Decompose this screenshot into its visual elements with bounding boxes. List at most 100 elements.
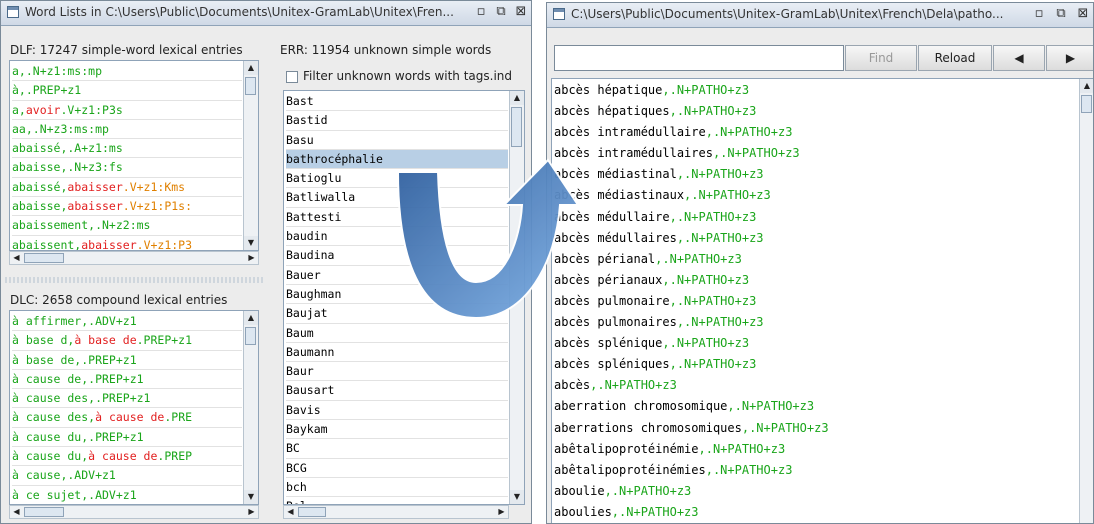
scroll-thumb[interactable] [245, 327, 256, 345]
list-item[interactable]: abcès pulmonaires,.N+PATHO+z3 [554, 312, 1078, 333]
list-item[interactable]: a,avoir.V+z1:P3s [12, 101, 242, 120]
minimize-icon[interactable]: ▫ [1031, 6, 1047, 22]
list-item[interactable]: abaissé,.A+z1:ms [12, 139, 242, 159]
list-item[interactable]: BC [286, 439, 508, 459]
list-item[interactable]: abcès médullaire,.N+PATHO+z3 [554, 207, 1078, 228]
list-item[interactable]: Batioglu [286, 169, 508, 189]
list-item[interactable]: abcès spléniques,.N+PATHO+z3 [554, 354, 1078, 375]
list-item[interactable]: abcès splénique,.N+PATHO+z3 [554, 333, 1078, 354]
list-item[interactable]: abcès médiastinaux,.N+PATHO+z3 [554, 185, 1078, 206]
list-item[interactable]: Battesti [286, 208, 508, 228]
dlf-list[interactable]: a,.N+z1:ms:mp à,.PREP+z1 a,avoir.V+z1:P3s a… [9, 60, 259, 251]
list-item[interactable]: aboulie,.N+PATHO+z3 [554, 481, 1078, 502]
filter-checkbox[interactable] [286, 71, 298, 83]
list-item[interactable]: Baykam [286, 420, 508, 440]
list-item[interactable]: aberrations chromosomiques,.N+PATHO+z3 [554, 418, 1078, 439]
list-item[interactable]: abcès médiastinal,.N+PATHO+z3 [554, 164, 1078, 185]
list-item[interactable]: à cause,.ADV+z1 [12, 466, 242, 486]
list-item[interactable]: Bausart [286, 381, 508, 401]
list-item[interactable]: à cause du,.PREP+z1 [12, 428, 242, 448]
list-item[interactable]: Baumann [286, 343, 508, 363]
list-item[interactable]: à cause des,à cause de.PRE [12, 408, 242, 428]
list-item[interactable]: abêtalipoprotéinémie,.N+PATHO+z3 [554, 439, 1078, 460]
list-item[interactable]: bch [286, 478, 508, 498]
list-item[interactable]: baudin [286, 227, 508, 247]
list-item[interactable]: abcès périanal,.N+PATHO+z3 [554, 249, 1078, 270]
scroll-left-icon[interactable]: ◀ [284, 506, 297, 518]
list-item[interactable]: abêtalipoprotéinémies,.N+PATHO+z3 [554, 460, 1078, 481]
err-list[interactable]: Bast Bastid Basu bathrocéphalie Batioglu Batl… [283, 90, 525, 505]
scroll-up-icon[interactable]: ▲ [244, 311, 258, 325]
list-item[interactable]: Batliwalla [286, 188, 508, 208]
reload-button[interactable]: Reload [918, 45, 992, 71]
list-item[interactable]: Bavis [286, 401, 508, 421]
list-item[interactable]: abaissé,abaisser.V+z1:Kms [12, 178, 242, 198]
list-item[interactable]: abaissent,abaisser.V+z1:P3 [12, 236, 242, 250]
list-item[interactable]: abaisse,.N+z3:fs [12, 158, 242, 178]
list-item[interactable]: Baughman [286, 285, 508, 305]
list-item[interactable]: abcès hépatique,.N+PATHO+z3 [554, 80, 1078, 101]
scroll-thumb[interactable] [24, 507, 64, 517]
scroll-left-icon[interactable]: ◀ [10, 506, 23, 518]
scroll-thumb[interactable] [298, 507, 326, 517]
dlc-horizontal-scrollbar[interactable]: ◀ ▶ [9, 505, 259, 519]
scroll-up-icon[interactable]: ▲ [510, 91, 524, 105]
close-icon[interactable]: ⊠ [1075, 6, 1091, 22]
list-item[interactable]: abcès,.N+PATHO+z3 [554, 375, 1078, 396]
list-item[interactable]: Bel [286, 497, 508, 504]
scroll-right-icon[interactable]: ▶ [495, 506, 508, 518]
list-item[interactable]: a,.N+z1:ms:mp [12, 62, 242, 82]
list-item[interactable]: à affirmer,.ADV+z1 [12, 312, 242, 332]
close-icon[interactable]: ⊠ [513, 4, 529, 20]
list-item[interactable]: Basu [286, 131, 508, 150]
list-item[interactable]: à cause des,.PREP+z1 [12, 389, 242, 409]
list-item[interactable]: Bast [286, 92, 508, 112]
list-item[interactable]: abcès pulmonaire,.N+PATHO+z3 [554, 291, 1078, 312]
scroll-right-icon[interactable]: ▶ [245, 506, 258, 518]
list-item[interactable]: Baujat [286, 304, 508, 324]
list-item[interactable]: abcès intramédullaires,.N+PATHO+z3 [554, 143, 1078, 164]
dela-titlebar[interactable]: C:\Users\Public\Documents\Unitex-GramLab… [547, 3, 1093, 28]
scroll-thumb[interactable] [1081, 95, 1092, 113]
list-item[interactable]: aa,.N+z3:ms:mp [12, 120, 242, 140]
list-item[interactable]: Baum [286, 324, 508, 343]
list-item[interactable]: aboulies,.N+PATHO+z3 [554, 502, 1078, 523]
scroll-left-icon[interactable]: ◀ [10, 252, 23, 264]
list-item[interactable]: à cause de,.PREP+z1 [12, 370, 242, 390]
list-item[interactable]: abcès médullaires,.N+PATHO+z3 [554, 228, 1078, 249]
split-divider[interactable] [5, 277, 263, 283]
scroll-thumb[interactable] [511, 107, 522, 147]
list-item[interactable]: Baur [286, 362, 508, 382]
list-item[interactable]: abaissement,.N+z2:ms [12, 216, 242, 236]
list-item[interactable]: Bauer [286, 266, 508, 285]
word-lists-titlebar[interactable]: Word Lists in C:\Users\Public\Documents\… [1, 1, 531, 26]
list-item[interactable]: aberration chromosomique,.N+PATHO+z3 [554, 396, 1078, 417]
maximize-icon[interactable]: ⧉ [1053, 6, 1069, 22]
dlc-list[interactable]: à affirmer,.ADV+z1 à base d,à base de.PRE… [9, 310, 259, 505]
scroll-thumb[interactable] [245, 77, 256, 95]
scroll-down-icon[interactable]: ▼ [244, 236, 258, 250]
list-item[interactable]: à cause du,à cause de.PREP [12, 447, 242, 467]
list-item[interactable]: abcès hépatiques,.N+PATHO+z3 [554, 101, 1078, 122]
next-button[interactable]: ▶ [1046, 45, 1093, 71]
list-item[interactable]: abaisse,abaisser.V+z1:P1s: [12, 197, 242, 217]
minimize-icon[interactable]: ▫ [473, 4, 489, 20]
list-item[interactable]: à,.PREP+z1 [12, 81, 242, 101]
list-item[interactable]: Bastid [286, 111, 508, 131]
list-item[interactable]: abcès intramédullaire,.N+PATHO+z3 [554, 122, 1078, 143]
list-item[interactable]: BCG [286, 459, 508, 478]
scroll-right-icon[interactable]: ▶ [245, 252, 258, 264]
err-horizontal-scrollbar[interactable]: ◀ ▶ [283, 505, 509, 519]
dlf-horizontal-scrollbar[interactable]: ◀ ▶ [9, 251, 259, 265]
list-item[interactable]: à ce sujet,.ADV+z1 [12, 486, 242, 504]
list-item[interactable]: abcès périanaux,.N+PATHO+z3 [554, 270, 1078, 291]
scroll-down-icon[interactable]: ▼ [244, 490, 258, 504]
scroll-up-icon[interactable]: ▲ [244, 61, 258, 75]
scroll-thumb[interactable] [24, 253, 64, 263]
dela-vertical-scrollbar[interactable]: ▲ [1079, 79, 1093, 523]
dlf-vertical-scrollbar[interactable]: ▲ ▼ [243, 61, 258, 250]
search-input[interactable] [554, 45, 844, 71]
find-button[interactable]: Find [845, 45, 917, 71]
dlc-vertical-scrollbar[interactable]: ▲ ▼ [243, 311, 258, 504]
list-item[interactable]: Baudina [286, 246, 508, 266]
